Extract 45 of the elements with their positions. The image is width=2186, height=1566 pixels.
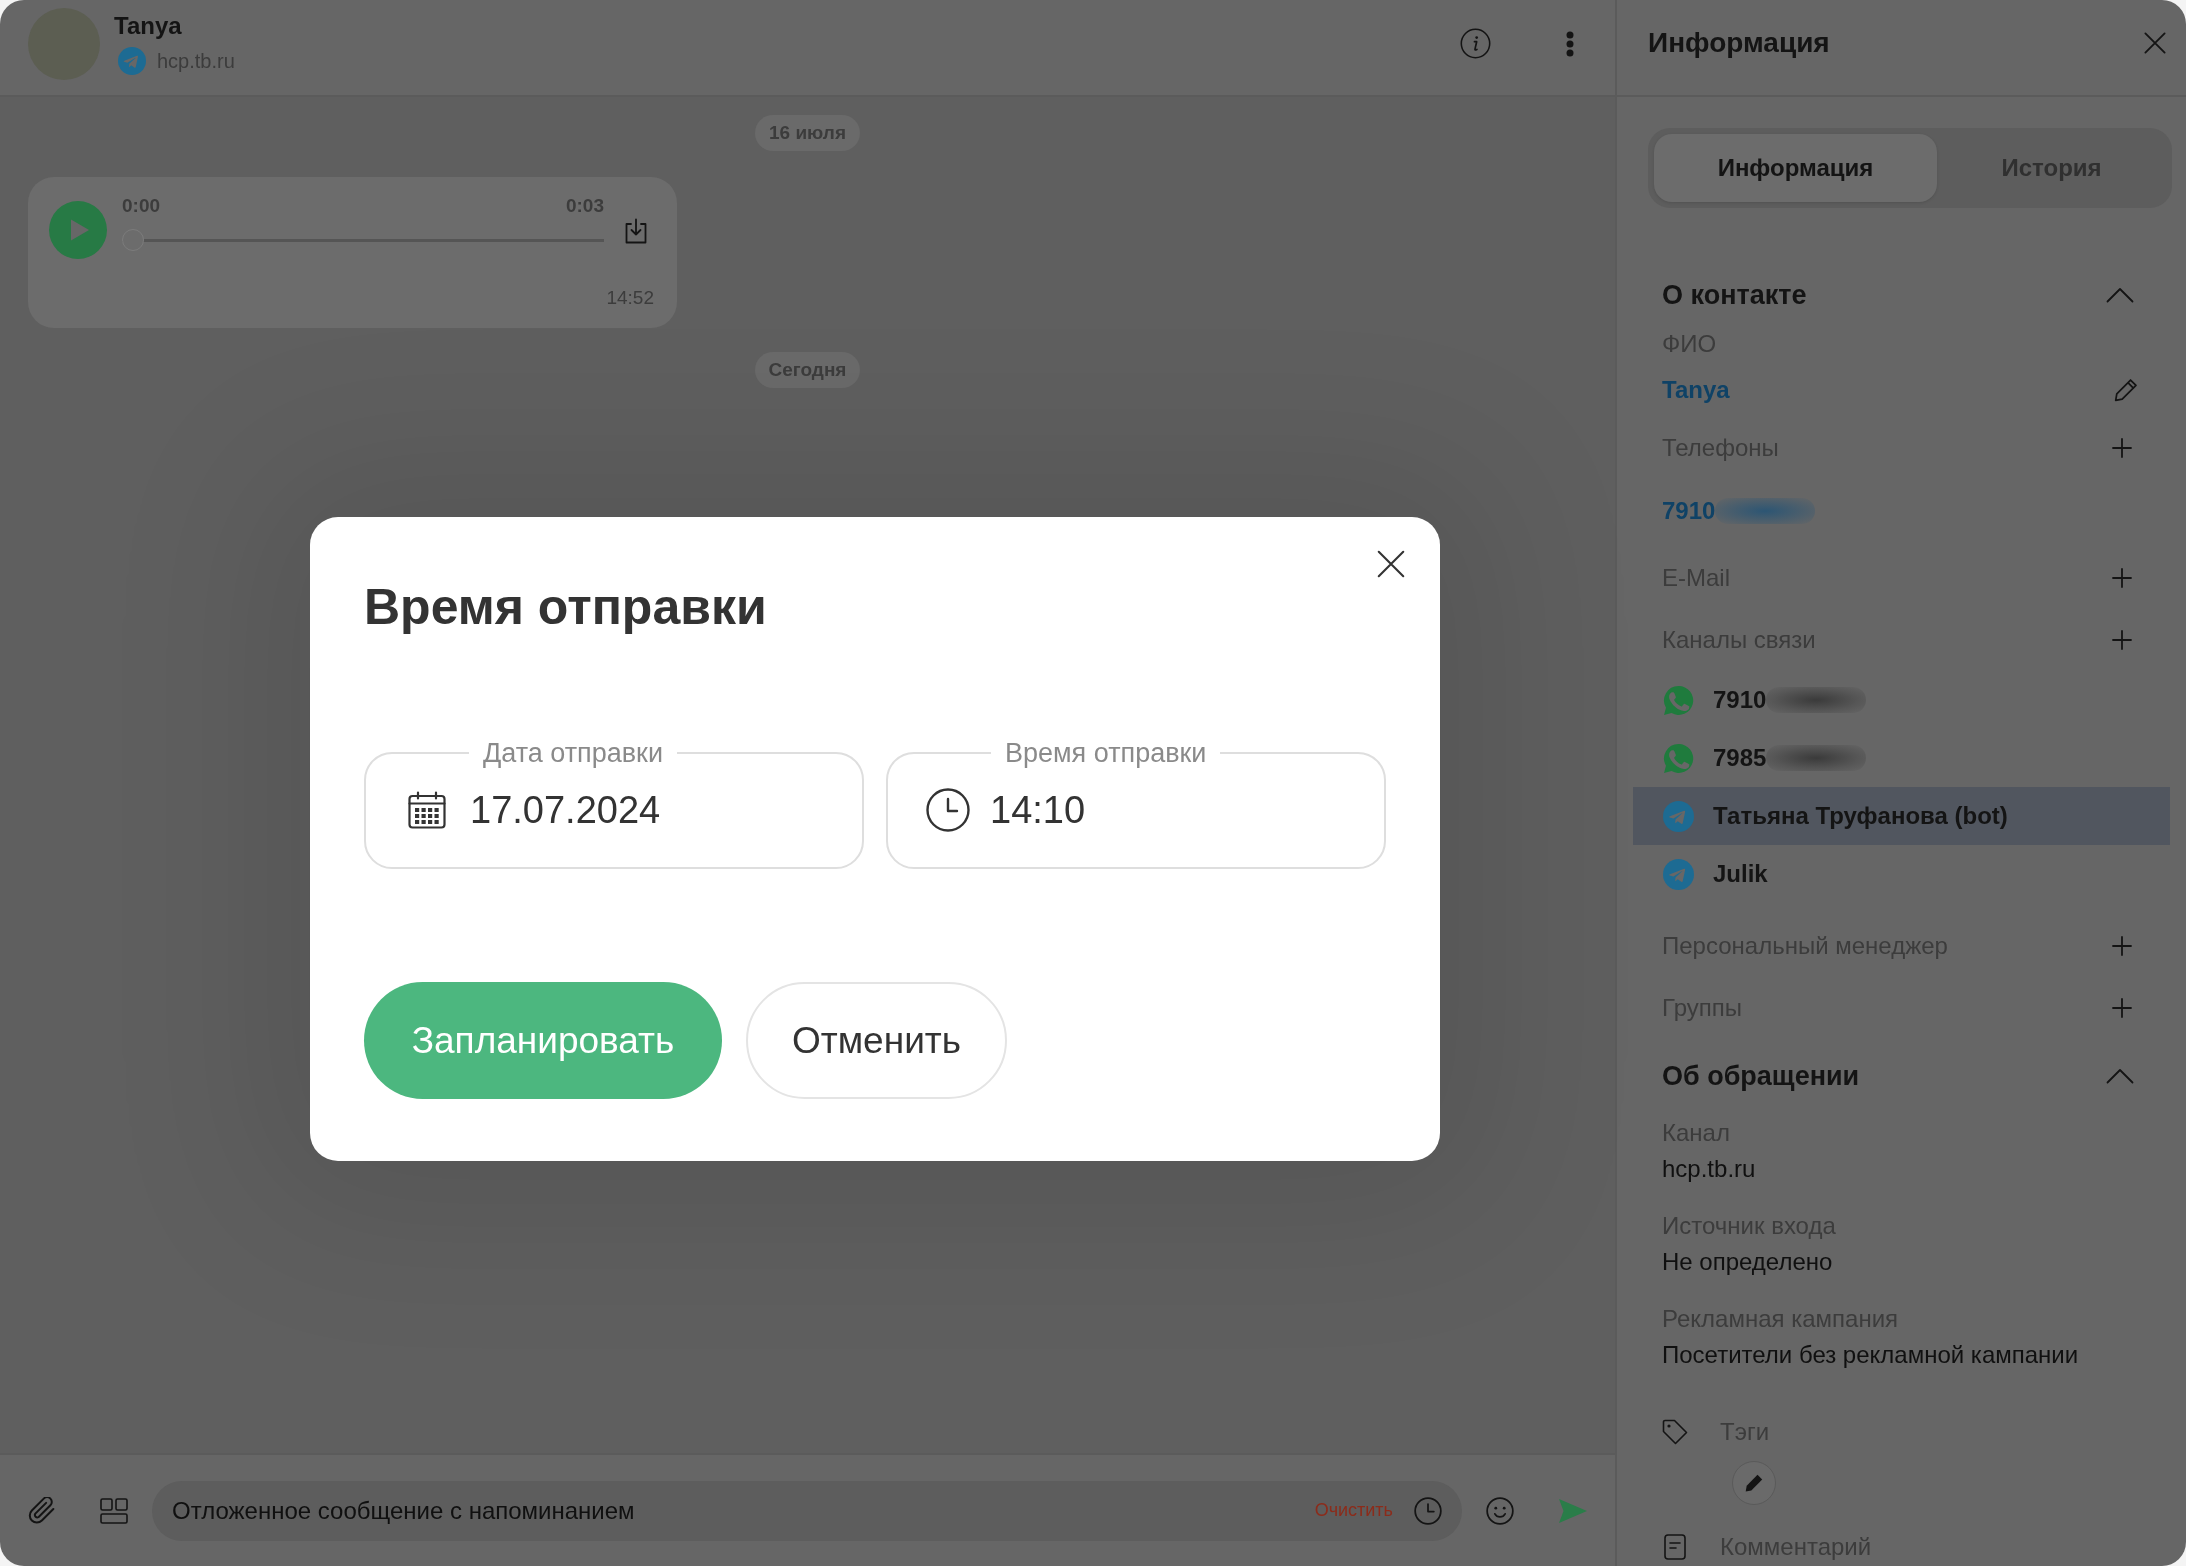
clock-icon[interactable]: [926, 788, 970, 832]
contact-name: Tanya: [114, 12, 183, 40]
channel-item[interactable]: Татьяна Труфанова (bot): [1633, 787, 2170, 845]
schedule-button[interactable]: Запланировать: [364, 982, 722, 1099]
layout-icon[interactable]: [100, 1497, 128, 1524]
telegram-icon: [1663, 858, 1694, 890]
channel-item[interactable]: Julik: [1633, 845, 2170, 903]
chevron-up-icon[interactable]: [2106, 1068, 2134, 1084]
section-title: О контакте: [1662, 279, 1807, 311]
more-options-icon[interactable]: [1566, 30, 1574, 57]
tab[interactable]: Информация: [1654, 134, 1937, 202]
phone-link[interactable]: 7910: [1662, 497, 1716, 525]
section-title: Об обращении: [1662, 1060, 1860, 1092]
cancel-button[interactable]: Отменить: [746, 982, 1007, 1099]
channel-item[interactable]: 7985: [1633, 729, 2170, 787]
whatsapp-icon: [1663, 684, 1694, 716]
close-icon[interactable]: [1377, 550, 1405, 578]
field-value: Не определено: [1662, 1247, 1833, 1277]
modal-title: Время отправки: [364, 578, 767, 637]
tag-icon: [1662, 1419, 1688, 1445]
panel-title: Информация: [1648, 26, 1830, 59]
telegram-icon: [1663, 800, 1694, 832]
edit-tags-button[interactable]: [1732, 1461, 1776, 1505]
download-icon[interactable]: [623, 218, 649, 244]
channel-item[interactable]: 7910: [1633, 671, 2170, 729]
plus-icon[interactable]: [2112, 568, 2132, 588]
plus-icon[interactable]: [2112, 438, 2132, 458]
name-link[interactable]: Tanya: [1662, 376, 1730, 404]
note-icon: [1664, 1534, 1686, 1560]
chevron-up-icon[interactable]: [2106, 287, 2134, 303]
play-icon: [70, 218, 90, 242]
smiley-icon[interactable]: [1486, 1496, 1514, 1525]
plus-icon[interactable]: [2112, 936, 2132, 956]
whatsapp-icon: [1663, 742, 1694, 774]
field-value: hcp.tb.ru: [1662, 1154, 1756, 1184]
progress-thumb[interactable]: [122, 229, 144, 251]
pencil-icon: [1744, 1473, 1764, 1493]
field-value: Посетители без рекламной кампании: [1662, 1340, 2079, 1370]
calendar-icon[interactable]: [408, 791, 446, 829]
paperclip-icon[interactable]: [28, 1496, 56, 1525]
plus-icon[interactable]: [2112, 998, 2132, 1018]
telegram-icon: [118, 47, 146, 75]
plus-icon[interactable]: [2112, 630, 2132, 650]
pencil-icon[interactable]: [2113, 377, 2139, 403]
info-icon[interactable]: [1460, 28, 1491, 59]
